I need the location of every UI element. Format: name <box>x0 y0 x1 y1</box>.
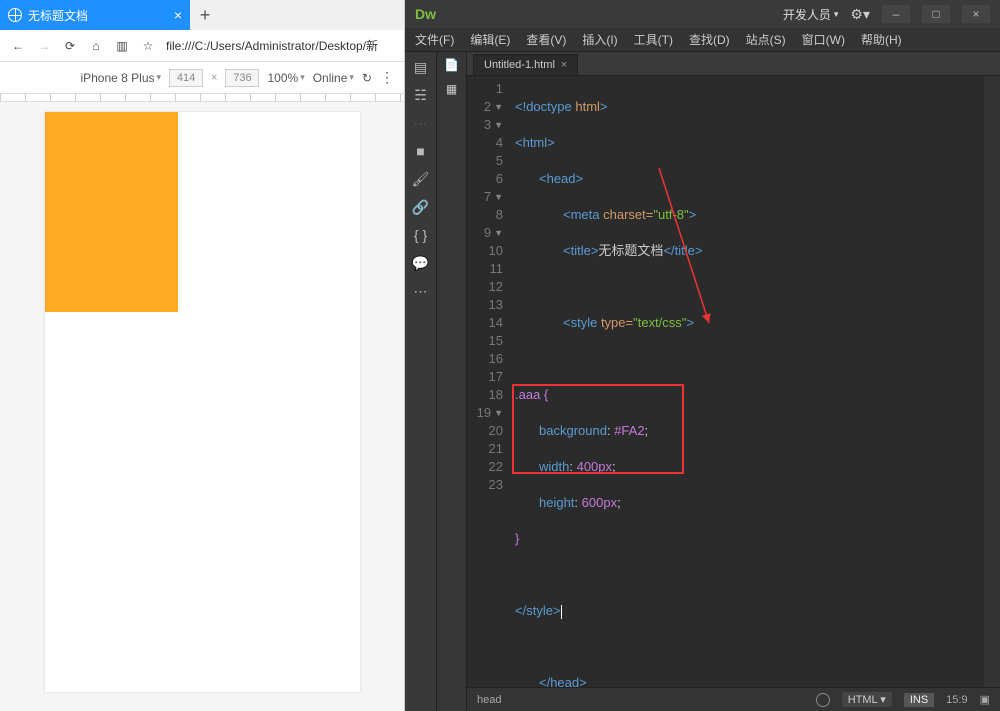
more-tools-icon[interactable]: ⋯ <box>412 282 430 300</box>
maximize-icon[interactable]: □ <box>922 5 950 23</box>
width-input[interactable]: 414 <box>169 69 203 87</box>
inspect-icon[interactable]: ■ <box>412 142 430 160</box>
dom-panel-icon[interactable]: ☵ <box>412 86 430 104</box>
back-icon[interactable]: ← <box>10 38 26 54</box>
workspace-dropdown[interactable]: 开发人员 <box>783 6 839 23</box>
menu-tools[interactable]: 工具(T) <box>634 31 673 48</box>
file-tab-strip: Untitled-1.html × <box>467 52 1000 76</box>
assets-icon[interactable]: ▦ <box>446 82 457 96</box>
ruler <box>0 94 404 102</box>
close-window-icon[interactable]: × <box>962 5 990 23</box>
divider-icon: ⋯ <box>412 114 430 132</box>
forward-icon[interactable]: → <box>36 38 52 54</box>
viewport-wrap <box>0 102 404 711</box>
tab-title: 无标题文档 <box>28 7 88 24</box>
menu-edit[interactable]: 编辑(E) <box>470 31 510 48</box>
dreamweaver-pane: Dw 开发人员 ⚙▾ – □ × 文件(F) 编辑(E) 查看(V) 插入(I)… <box>405 0 1000 711</box>
star-icon[interactable]: ☆ <box>140 38 156 54</box>
dw-title-bar: Dw 开发人员 ⚙▾ – □ × <box>405 0 1000 28</box>
gutter: 1 2▼ 3▼ 4 5 6 7▼ 8 9▼ 10 11 12 13 14 15 … <box>467 76 509 687</box>
sync-status-icon[interactable] <box>816 693 830 707</box>
close-file-icon[interactable]: × <box>561 59 567 71</box>
browser-pane: 无标题文档 × + ← → ⟳ ⌂ ▥ ☆ file:///C:/Users/A… <box>0 0 405 711</box>
menu-window[interactable]: 窗口(W) <box>802 31 845 48</box>
left-toolbar: ▤ ☵ ⋯ ■ 🖌 🔗 { } 💬 ⋯ <box>405 52 437 711</box>
home-icon[interactable]: ⌂ <box>88 38 104 54</box>
link-icon[interactable]: 🔗 <box>412 198 430 216</box>
comment-icon[interactable]: 💬 <box>412 254 430 272</box>
code-content[interactable]: <!doctype html> <html> <head> <meta char… <box>509 76 1000 687</box>
editor-scrollbar[interactable] <box>984 76 1000 687</box>
responsive-toolbar: iPhone 8 Plus 414 × 736 100% Online ↻ ⋮ <box>0 62 404 94</box>
url-field[interactable]: file:///C:/Users/Administrator/Desktop/新 <box>166 37 394 54</box>
format-icon[interactable]: { } <box>412 226 430 244</box>
rotate-icon[interactable]: ↻ <box>362 71 372 85</box>
code-editor[interactable]: 1 2▼ 3▼ 4 5 6 7▼ 8 9▼ 10 11 12 13 14 15 … <box>467 76 1000 687</box>
menu-view[interactable]: 查看(V) <box>526 31 566 48</box>
close-tab-icon[interactable]: × <box>174 7 182 23</box>
address-bar: ← → ⟳ ⌂ ▥ ☆ file:///C:/Users/Administrat… <box>0 30 404 62</box>
globe-icon <box>8 8 22 22</box>
dw-body: ▤ ☵ ⋯ ■ 🖌 🔗 { } 💬 ⋯ 📄 ▦ Untitled-1.html … <box>405 52 1000 711</box>
text-caret <box>561 605 562 619</box>
menu-site[interactable]: 站点(S) <box>746 31 786 48</box>
dw-menu-bar: 文件(F) 编辑(E) 查看(V) 插入(I) 工具(T) 查找(D) 站点(S… <box>405 28 1000 52</box>
zoom-dropdown[interactable]: 100% <box>267 71 304 85</box>
rendered-div-aaa <box>45 112 178 312</box>
status-bar: head HTML ▾ INS 15:9 ▣ <box>467 687 1000 711</box>
browser-tab-strip: 无标题文档 × + <box>0 0 404 30</box>
file-panel-icon[interactable]: ▤ <box>412 58 430 76</box>
settings-gear-icon[interactable]: ⚙▾ <box>850 6 870 23</box>
screen-icon[interactable]: ▣ <box>980 693 990 706</box>
dw-logo-icon: Dw <box>415 6 436 22</box>
menu-insert[interactable]: 插入(I) <box>582 31 617 48</box>
editor-area: Untitled-1.html × 1 2▼ 3▼ 4 5 6 7▼ 8 9▼ … <box>467 52 1000 711</box>
left-toolbar-2: 📄 ▦ <box>437 52 467 711</box>
lang-selector[interactable]: HTML ▾ <box>842 692 892 707</box>
new-tab-button[interactable]: + <box>190 0 220 30</box>
reader-icon[interactable]: ▥ <box>114 38 130 54</box>
menu-file[interactable]: 文件(F) <box>415 31 454 48</box>
annotation-arrow-icon <box>649 138 739 338</box>
device-dropdown[interactable]: iPhone 8 Plus <box>80 71 161 85</box>
file-tab-label: Untitled-1.html <box>484 59 555 71</box>
files-icon[interactable]: 📄 <box>444 58 459 72</box>
file-tab[interactable]: Untitled-1.html × <box>473 54 578 75</box>
cursor-position: 15:9 <box>946 694 967 706</box>
brush-icon[interactable]: 🖌 <box>412 170 430 188</box>
breadcrumb[interactable]: head <box>477 694 501 706</box>
menu-help[interactable]: 帮助(H) <box>861 31 902 48</box>
device-viewport <box>45 112 360 692</box>
times-icon: × <box>211 72 217 84</box>
height-input[interactable]: 736 <box>225 69 259 87</box>
more-icon[interactable]: ⋮ <box>380 69 392 86</box>
menu-find[interactable]: 查找(D) <box>689 31 730 48</box>
browser-tab[interactable]: 无标题文档 × <box>0 0 190 30</box>
online-dropdown[interactable]: Online <box>313 71 354 85</box>
minimize-icon[interactable]: – <box>882 5 910 23</box>
insert-mode[interactable]: INS <box>904 693 934 707</box>
reload-icon[interactable]: ⟳ <box>62 38 78 54</box>
